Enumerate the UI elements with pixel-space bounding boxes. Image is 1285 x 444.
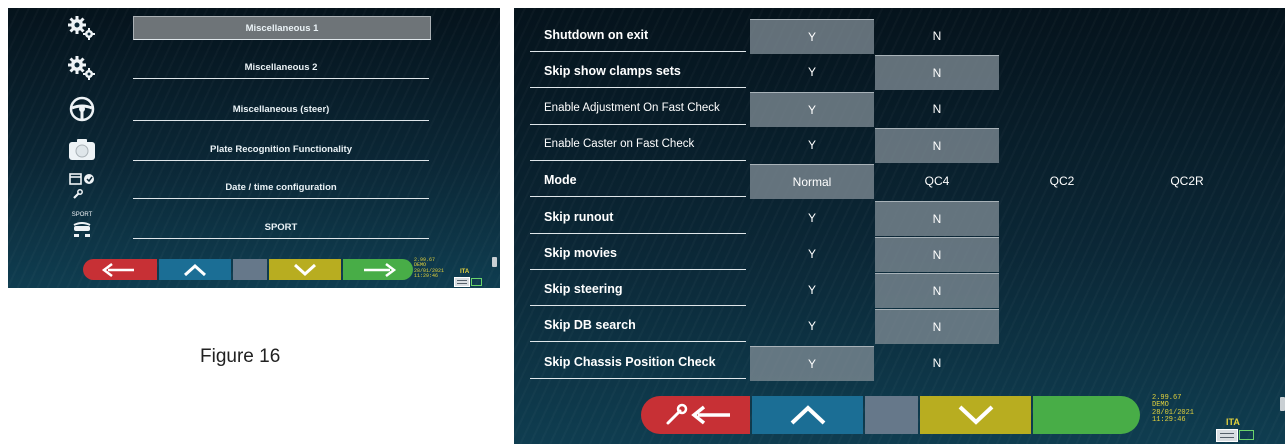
scroll-indicator[interactable] bbox=[1280, 397, 1285, 411]
blank-button[interactable] bbox=[865, 396, 918, 434]
blank-button[interactable] bbox=[233, 259, 267, 280]
setting-option[interactable]: N bbox=[875, 236, 999, 272]
language-indicator: ITA bbox=[460, 269, 470, 275]
down-button[interactable] bbox=[269, 259, 341, 280]
scroll-indicator[interactable] bbox=[492, 257, 497, 267]
setting-option[interactable]: Y bbox=[750, 273, 874, 307]
status-info: 2.99.67 DEMO 28/01/2021 11:29:46 bbox=[1152, 394, 1194, 425]
setting-option[interactable]: Y bbox=[750, 345, 874, 381]
settings-row: Skip steering Y N bbox=[530, 273, 1280, 309]
setting-option[interactable]: QC2 bbox=[1000, 164, 1124, 198]
chevron-up-icon bbox=[183, 263, 207, 276]
setting-option[interactable]: QC4 bbox=[875, 164, 999, 198]
setting-option[interactable]: N bbox=[875, 200, 999, 236]
setting-option[interactable]: N bbox=[875, 92, 999, 126]
forward-button[interactable] bbox=[1033, 396, 1140, 434]
setting-label: Enable Adjustment On Fast Check bbox=[530, 92, 746, 125]
steering-wheel-icon bbox=[66, 94, 98, 124]
menu-item-miscellaneous-1[interactable]: Miscellaneous 1 bbox=[8, 13, 500, 51]
setting-option[interactable]: Normal bbox=[750, 164, 874, 200]
setting-label: Skip steering bbox=[530, 273, 746, 307]
setting-label: Mode bbox=[530, 164, 746, 198]
keyboard-icon[interactable] bbox=[454, 277, 470, 287]
keyboard-icon[interactable] bbox=[1216, 429, 1238, 442]
menu-label: Miscellaneous 2 bbox=[133, 56, 429, 79]
chevron-down-icon bbox=[293, 263, 317, 276]
menu-item-plate-recognition[interactable]: Plate Recognition Functionality bbox=[8, 132, 500, 170]
left-screen: Miscellaneous 1 Miscellaneous 2 Miscella… bbox=[8, 8, 500, 288]
wrench-back-icon bbox=[666, 403, 730, 425]
up-button[interactable] bbox=[159, 259, 231, 280]
down-button[interactable] bbox=[920, 396, 1031, 434]
setting-label: Enable Caster on Fast Check bbox=[530, 128, 746, 161]
menu-label: Date / time configuration bbox=[133, 176, 429, 199]
sport-icon-text: SPORT bbox=[71, 211, 93, 218]
menu-label: Plate Recognition Functionality bbox=[133, 138, 429, 161]
menu-item-date-time-configuration[interactable]: Date / time configuration bbox=[8, 171, 500, 209]
right-screen: Shutdown on exit Y N Skip show clamps sets Y… bbox=[514, 8, 1285, 444]
settings-row: Shutdown on exit Y N bbox=[530, 19, 1280, 54]
menu-item-miscellaneous-2[interactable]: Miscellaneous 2 bbox=[8, 53, 500, 91]
forward-button[interactable] bbox=[343, 259, 413, 280]
setting-label: Shutdown on exit bbox=[530, 19, 746, 52]
status-info: 2.99.67 DEMO 28/01/2021 11:29:46 bbox=[414, 257, 444, 279]
up-button[interactable] bbox=[752, 396, 863, 434]
gears-icon bbox=[66, 53, 98, 83]
setting-option[interactable]: Y bbox=[750, 201, 874, 235]
sport-car-icon: SPORT bbox=[66, 210, 98, 240]
setting-option[interactable]: N bbox=[875, 273, 999, 309]
time-text: 11:29:46 bbox=[414, 272, 439, 279]
setting-label: Skip movies bbox=[530, 237, 746, 270]
monitor-icon[interactable] bbox=[1239, 430, 1254, 440]
back-arrow-icon bbox=[101, 262, 134, 277]
setting-label: Skip Chassis Position Check bbox=[530, 346, 746, 379]
setting-option[interactable]: N bbox=[875, 127, 999, 163]
menu-item-sport[interactable]: SPORT SPORT bbox=[8, 210, 500, 248]
language-indicator: ITA bbox=[1226, 417, 1240, 427]
setting-option[interactable]: Y bbox=[750, 237, 874, 271]
settings-row: Enable Caster on Fast Check Y N bbox=[530, 127, 1280, 163]
figure-caption: Figure 16 bbox=[200, 346, 281, 367]
settings-row: Skip movies Y N bbox=[530, 236, 1280, 272]
setting-option[interactable]: Y bbox=[750, 19, 874, 54]
settings-row: Mode Normal QC4 QC2 QC2R bbox=[530, 164, 1280, 200]
setting-label: Skip DB search bbox=[530, 309, 746, 343]
settings-row: Skip Chassis Position Check Y N bbox=[530, 345, 1280, 381]
setting-option[interactable]: N bbox=[875, 55, 999, 91]
setting-label: Skip show clamps sets bbox=[530, 55, 746, 89]
tools-back-button[interactable] bbox=[641, 396, 750, 434]
settings-row: Skip DB search Y N bbox=[530, 309, 1280, 345]
time-text: 11:29:46 bbox=[1152, 416, 1186, 425]
monitor-icon[interactable] bbox=[471, 278, 482, 286]
camera-icon bbox=[66, 134, 98, 164]
menu-label: SPORT bbox=[133, 216, 429, 239]
calendar-clock-icon bbox=[66, 171, 98, 201]
chevron-down-icon bbox=[958, 405, 993, 425]
setting-option[interactable]: Y bbox=[750, 55, 874, 89]
chevron-up-icon bbox=[790, 405, 825, 425]
settings-row: Skip runout Y N bbox=[530, 200, 1280, 236]
bottom-navigation-bar bbox=[641, 396, 1140, 434]
settings-row: Enable Adjustment On Fast Check Y N bbox=[530, 91, 1280, 127]
gears-icon bbox=[66, 13, 98, 43]
forward-arrow-icon bbox=[364, 262, 397, 277]
menu-label: Miscellaneous (steer) bbox=[133, 98, 429, 121]
setting-option[interactable]: Y bbox=[750, 91, 874, 127]
setting-option[interactable]: QC2R bbox=[1125, 164, 1249, 198]
menu-label: Miscellaneous 1 bbox=[133, 16, 431, 40]
setting-option[interactable]: N bbox=[875, 309, 999, 345]
menu-item-miscellaneous-steer[interactable]: Miscellaneous (steer) bbox=[8, 92, 500, 130]
bottom-navigation-bar bbox=[83, 259, 413, 280]
settings-row: Skip show clamps sets Y N bbox=[530, 55, 1280, 91]
back-button[interactable] bbox=[83, 259, 157, 280]
setting-option[interactable]: Y bbox=[750, 128, 874, 162]
setting-option[interactable]: N bbox=[875, 19, 999, 53]
setting-label: Skip runout bbox=[530, 201, 746, 234]
setting-option[interactable]: N bbox=[875, 346, 999, 380]
setting-option[interactable]: Y bbox=[750, 309, 874, 343]
